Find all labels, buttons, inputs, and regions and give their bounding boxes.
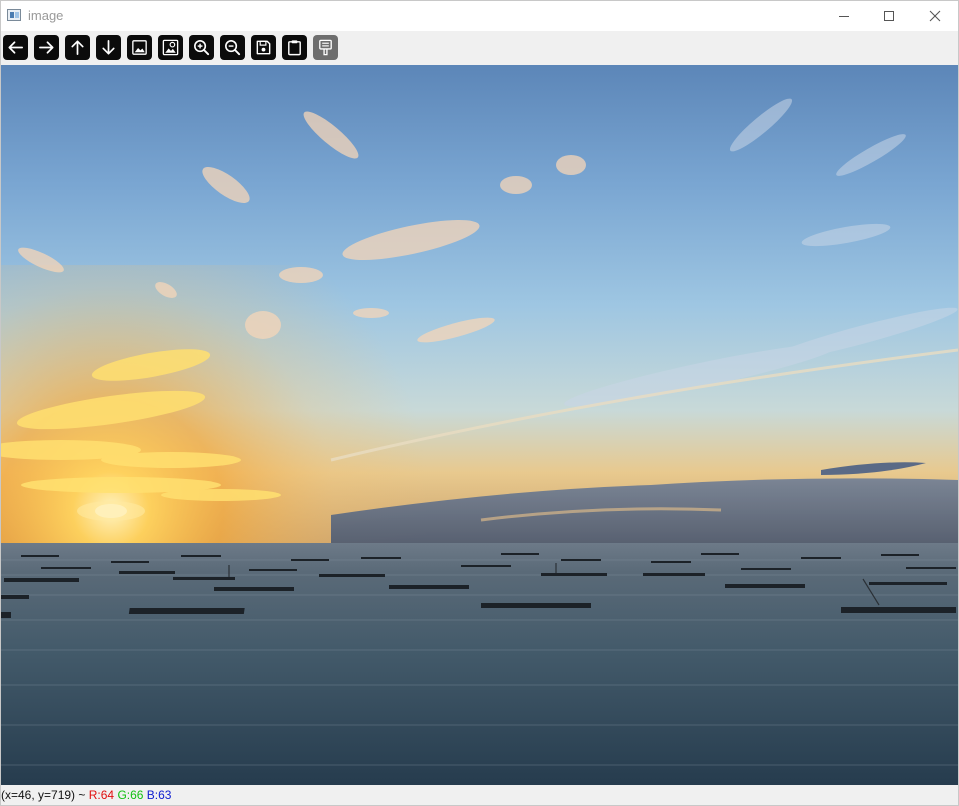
properties-icon [319, 39, 332, 56]
minimize-button[interactable] [821, 1, 867, 31]
status-bar: (x=46, y=719) ~ R:64 G:66 B:63 [1, 785, 958, 805]
toolbar [1, 31, 958, 65]
pan-down-button[interactable] [96, 35, 121, 60]
save-icon [256, 40, 271, 55]
zoom-fit-button[interactable] [127, 35, 152, 60]
close-button[interactable] [912, 1, 958, 31]
properties-button[interactable] [313, 35, 338, 60]
maximize-icon [884, 11, 894, 21]
pan-left-button[interactable] [3, 35, 28, 60]
pan-up-button[interactable] [65, 35, 90, 60]
clipboard-icon [288, 40, 301, 56]
arrow-up-icon [71, 40, 84, 56]
image-canvas[interactable] [1, 65, 958, 785]
arrow-down-icon [102, 39, 115, 55]
zoom-out-button[interactable] [220, 35, 245, 60]
pixel-green-value: G:66 [117, 788, 144, 802]
save-button[interactable] [251, 35, 276, 60]
zoom-original-button[interactable] [158, 35, 183, 60]
pan-right-button[interactable] [34, 35, 59, 60]
arrow-right-icon [38, 41, 54, 54]
title-bar[interactable]: image [1, 1, 958, 31]
maximize-button[interactable] [866, 1, 912, 31]
cursor-coordinates: (x=46, y=719) ~ [1, 788, 86, 802]
zoom-fit-icon [132, 40, 147, 55]
zoom-in-button[interactable] [189, 35, 214, 60]
zoom-out-icon [225, 40, 241, 56]
pixel-red-value: R:64 [88, 788, 115, 802]
window-title: image [28, 8, 64, 23]
pixel-blue-value: B:63 [146, 788, 172, 802]
sunset-sea-image [1, 65, 958, 785]
zoom-original-icon [162, 39, 179, 56]
app-icon [7, 9, 21, 21]
copy-clipboard-button[interactable] [282, 35, 307, 60]
minimize-icon [839, 16, 849, 17]
zoom-in-icon [194, 40, 210, 56]
close-icon [929, 10, 941, 22]
arrow-left-icon [8, 41, 24, 54]
image-window: image (x=46, y=719) ~ R:64 G:66 B:63 [0, 0, 959, 806]
